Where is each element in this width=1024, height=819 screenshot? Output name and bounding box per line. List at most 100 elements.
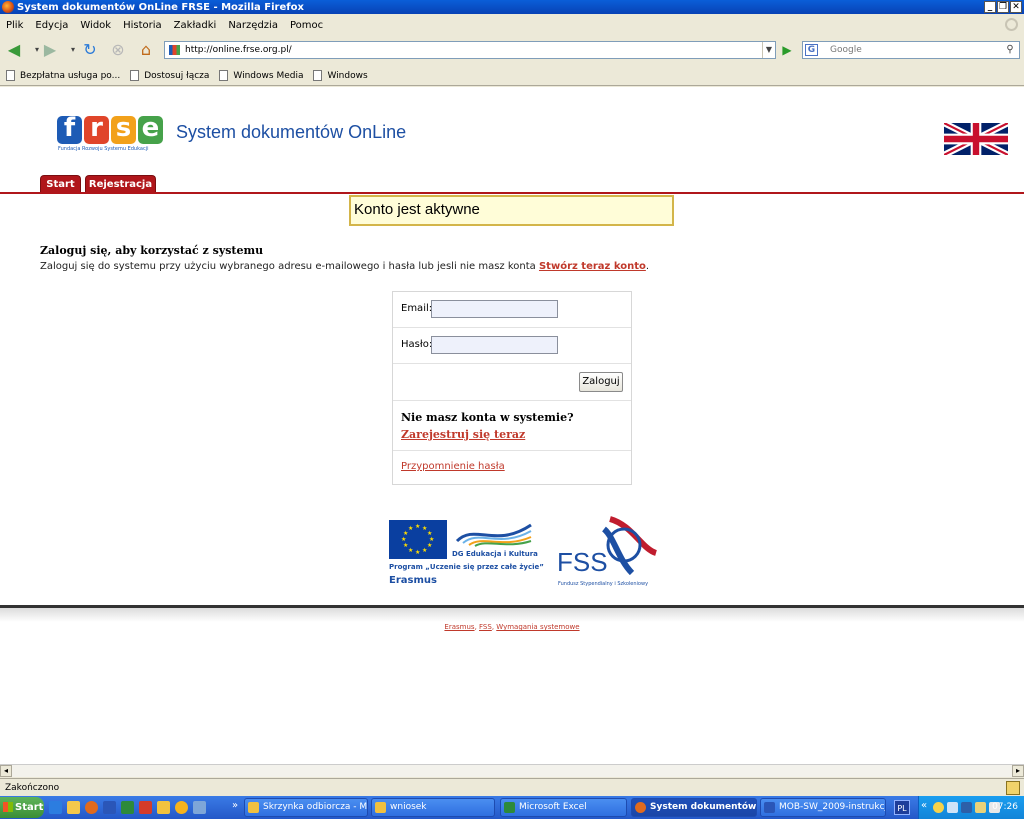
menu-file[interactable]: Plik xyxy=(6,20,23,31)
tray-search-icon[interactable] xyxy=(947,802,958,813)
quick-launch-firefox-icon[interactable] xyxy=(85,801,98,814)
tab-start[interactable]: Start xyxy=(40,175,81,193)
logo-letter: r xyxy=(84,115,109,144)
taskbar-window-folder[interactable]: wniosek xyxy=(371,798,495,817)
footer-link-erasmus[interactable]: Erasmus xyxy=(444,623,474,631)
login-heading: Zaloguj się, aby korzystać z systemu xyxy=(40,244,264,257)
taskbar-window-excel[interactable]: Microsoft Excel xyxy=(500,798,627,817)
quick-launch-app-icon[interactable] xyxy=(175,801,188,814)
register-link[interactable]: Zarejestruj się teraz xyxy=(401,428,525,441)
quick-launch-ie-icon[interactable] xyxy=(49,801,62,814)
quick-launch-powerpoint-icon[interactable] xyxy=(139,801,152,814)
tray-clock-app-icon[interactable] xyxy=(933,802,944,813)
search-placeholder: Google xyxy=(830,45,862,55)
bookmark-page-icon xyxy=(6,70,15,81)
start-button[interactable]: Start xyxy=(0,797,44,818)
password-row: Hasło: xyxy=(393,328,631,364)
restore-icon[interactable]: ❐ xyxy=(997,1,1009,13)
search-magnifier-icon[interactable]: ⚲ xyxy=(1003,43,1017,57)
menu-help[interactable]: Pomoc xyxy=(290,20,323,31)
login-button[interactable]: Zaloguj xyxy=(579,372,623,392)
quick-launch-chevron-icon[interactable]: » xyxy=(232,800,238,811)
bookmark-item[interactable]: Bezpłatna usługa po... xyxy=(6,70,120,81)
tray-monitor-icon[interactable] xyxy=(961,802,972,813)
email-label: Email: xyxy=(401,303,433,314)
taskbar-window-firefox[interactable]: System dokumentów... xyxy=(631,798,757,817)
erasmus-text: Erasmus xyxy=(389,575,437,586)
search-input[interactable]: G Google ⚲ xyxy=(802,41,1020,59)
no-account-text: Nie masz konta w systemie? xyxy=(401,411,574,424)
taskbar-window-word[interactable]: MOB-SW_2009-instrukcj... xyxy=(760,798,886,817)
footer-link-system-requirements[interactable]: Wymagania systemowe xyxy=(496,623,579,631)
taskbar-window-label: wniosek xyxy=(390,802,427,812)
password-reminder-row: Przypomnienie hasła xyxy=(393,451,631,484)
quick-launch-folder-icon[interactable] xyxy=(67,801,80,814)
footer-link-fss[interactable]: FSS xyxy=(479,623,492,631)
status-addon-icon[interactable] xyxy=(1006,781,1020,795)
password-reminder-link[interactable]: Przypomnienie hasła xyxy=(401,461,505,472)
eu-flag-logo: ★ ★ ★ ★ ★ ★ ★ ★ ★ ★ ★ ★ xyxy=(389,520,447,559)
quick-launch-desktop-icon[interactable] xyxy=(193,801,206,814)
footer-gradient xyxy=(0,608,1024,622)
close-icon[interactable]: ✕ xyxy=(1010,1,1022,13)
logo-subtitle: Fundacja Rozwoju Systemu Edukacji xyxy=(58,146,149,152)
address-dropdown-icon[interactable]: ▼ xyxy=(762,42,775,58)
tray-security-icon[interactable] xyxy=(975,802,986,813)
address-bar[interactable]: http://online.frse.org.pl/ xyxy=(164,41,776,59)
throbber-icon xyxy=(1005,18,1018,31)
word-icon xyxy=(764,802,775,813)
window-title: System dokumentów OnLine FRSE - Mozilla … xyxy=(17,1,304,13)
page-content: f r s e Fundacja Rozwoju Systemu Edukacj… xyxy=(0,87,1024,764)
firefox-icon xyxy=(2,1,14,13)
taskbar-window-label: Skrzynka odbiorcza - Mic... xyxy=(263,802,368,812)
firefox-icon xyxy=(635,802,646,813)
frse-logo[interactable]: f r s e Fundacja Rozwoju Systemu Edukacj… xyxy=(57,115,167,156)
tab-bar-divider xyxy=(0,192,1024,194)
back-arrow-icon[interactable]: ◀ xyxy=(4,40,24,60)
tray-expand-icon[interactable]: « xyxy=(921,800,927,811)
bookmark-item[interactable]: Windows Media xyxy=(219,70,303,81)
taskbar-window-outlook[interactable]: Skrzynka odbiorcza - Mic... xyxy=(244,798,368,817)
menu-bookmarks[interactable]: Zakładki xyxy=(174,20,217,31)
minimize-icon[interactable]: _ xyxy=(984,1,996,13)
login-description-suffix: . xyxy=(645,261,650,272)
bookmark-item[interactable]: Windows xyxy=(313,70,368,81)
window-title-bar[interactable]: System dokumentów OnLine FRSE - Mozilla … xyxy=(0,0,1024,14)
go-arrow-icon[interactable]: ▶ xyxy=(779,42,795,58)
bookmark-label: Windows Media xyxy=(233,70,304,81)
forward-arrow-icon[interactable]: ▶ xyxy=(40,40,60,60)
bookmark-label: Bezpłatna usługa po... xyxy=(20,70,121,81)
create-account-link[interactable]: Stwórz teraz konto xyxy=(539,261,646,272)
scroll-right-arrow-icon[interactable]: ▸ xyxy=(1012,765,1024,777)
status-text: Zakończono xyxy=(5,783,60,793)
horizontal-scrollbar[interactable]: ◂ ▸ xyxy=(0,764,1024,777)
fss-logo-text: FSS xyxy=(557,547,608,577)
scroll-left-arrow-icon[interactable]: ◂ xyxy=(0,765,12,777)
language-indicator[interactable]: PL xyxy=(894,800,910,815)
login-description-text: Zaloguj się do systemu przy użyciu wybra… xyxy=(40,261,539,272)
reload-icon[interactable]: ↻ xyxy=(80,40,100,60)
email-field[interactable] xyxy=(431,300,558,318)
tab-registration[interactable]: Rejestracja xyxy=(85,175,156,193)
login-form: Email: Hasło: Zaloguj Nie masz konta w s… xyxy=(392,291,632,485)
quick-launch-explorer-icon[interactable] xyxy=(157,801,170,814)
dg-education-culture-text: DG Edukacja i Kultura xyxy=(452,550,538,558)
quick-launch-word-icon[interactable] xyxy=(103,801,116,814)
menu-edit[interactable]: Edycja xyxy=(35,20,68,31)
bookmark-item[interactable]: Dostosuj łącza xyxy=(130,70,209,81)
site-title: System dokumentów OnLine xyxy=(176,122,407,142)
quick-launch-excel-icon[interactable] xyxy=(121,801,134,814)
fss-subtitle: Fundusz Stypendialny i Szkoleniowy xyxy=(558,581,649,587)
english-language-flag-icon[interactable] xyxy=(944,123,1008,155)
menu-tools[interactable]: Narzędzia xyxy=(228,20,278,31)
bookmark-label: Dostosuj łącza xyxy=(144,70,210,81)
home-icon[interactable]: ⌂ xyxy=(136,40,156,60)
taskbar: Start » Skrzynka odbiorcza - Mic... wnio… xyxy=(0,796,1024,819)
status-bar: Zakończono xyxy=(0,778,1024,796)
stop-icon[interactable]: ⊗ xyxy=(108,40,128,60)
menu-history[interactable]: Historia xyxy=(123,20,162,31)
lifelong-learning-swoosh-logo xyxy=(455,523,532,547)
google-search-engine-icon[interactable]: G xyxy=(805,44,818,56)
password-field[interactable] xyxy=(431,336,558,354)
menu-view[interactable]: Widok xyxy=(80,20,111,31)
